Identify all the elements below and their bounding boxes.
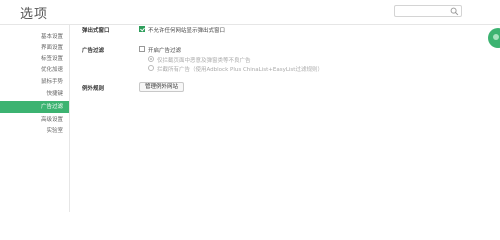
ad-filter-option-malicious-radio[interactable] bbox=[148, 56, 154, 62]
ad-filter-section-label: 广告过滤 bbox=[82, 48, 105, 54]
popup-block-checkbox[interactable] bbox=[139, 26, 145, 32]
page-title: 选项 bbox=[20, 7, 49, 22]
search-icon[interactable] bbox=[450, 7, 459, 16]
sidebar-item-mouse-gestures[interactable]: 鼠标手势 bbox=[0, 76, 69, 88]
search-input[interactable] bbox=[397, 6, 449, 16]
settings-content: 弹出式窗口 不允许任何网站显示弹出式窗口 广告过滤 开启广告过滤 仅拦截页面中恶… bbox=[71, 25, 500, 212]
exception-section-label: 例外规则 bbox=[82, 86, 105, 92]
search-box[interactable] bbox=[394, 5, 462, 17]
popup-section-label: 弹出式窗口 bbox=[82, 28, 110, 34]
header-bar: 选项 bbox=[0, 0, 500, 24]
ad-filter-option-malicious-label[interactable]: 仅拦截页面中恶意及弹窗类等不良广告 bbox=[157, 56, 251, 64]
sidebar-item-shortcuts[interactable]: 快捷键 bbox=[0, 88, 69, 100]
manage-exceptions-button[interactable]: 管理例外网站 bbox=[139, 82, 185, 92]
sidebar: 基本设置 界面设置 标签设置 优化加速 鼠标手势 快捷键 广告过滤 高级设置 实… bbox=[0, 25, 70, 212]
assistant-icon bbox=[493, 34, 499, 40]
sidebar-item-labs[interactable]: 实验室 bbox=[0, 125, 69, 137]
ad-filter-option-all-radio[interactable] bbox=[148, 65, 154, 71]
ad-filter-label[interactable]: 开启广告过滤 bbox=[148, 46, 181, 54]
ad-filter-checkbox[interactable] bbox=[139, 46, 145, 52]
popup-block-label[interactable]: 不允许任何网站显示弹出式窗口 bbox=[148, 26, 225, 34]
ad-filter-option-all-label[interactable]: 拦截所有广告（使用Adblock Plus ChinaList+EasyList… bbox=[157, 65, 323, 73]
sidebar-item-performance[interactable]: 优化加速 bbox=[0, 64, 69, 76]
sidebar-item-ad-filter[interactable]: 广告过滤 bbox=[0, 101, 69, 113]
